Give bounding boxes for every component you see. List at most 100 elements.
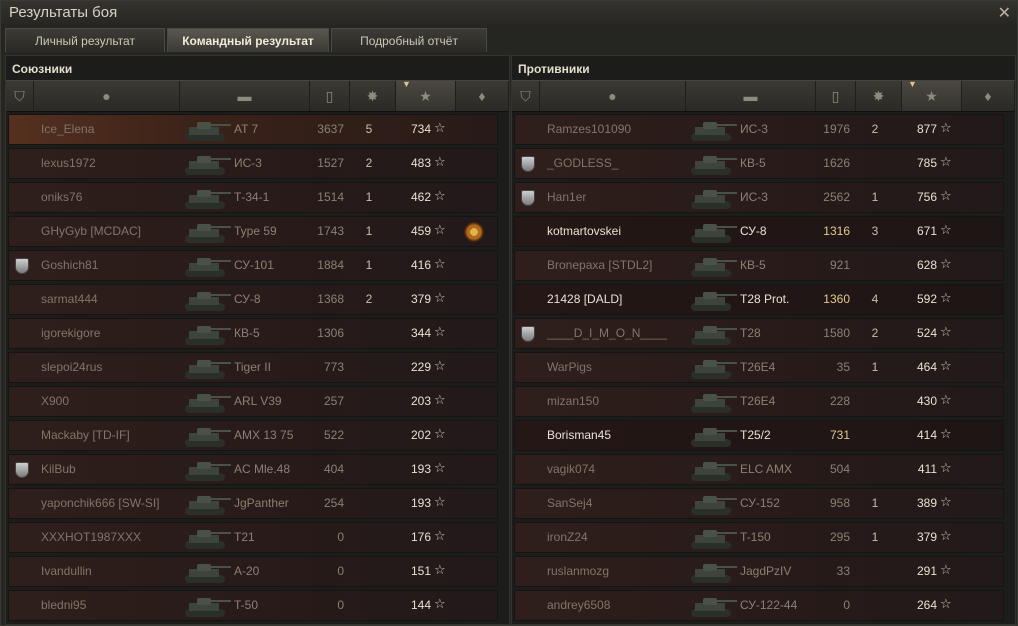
player-row[interactable]: oniks76 Т-34-1 1514 1 462 ☆ <box>8 182 498 213</box>
tank-name: ИС-3 <box>234 156 262 170</box>
damage-value: 522 <box>323 428 344 442</box>
player-name: _GODLESS_ <box>547 156 619 170</box>
player-row[interactable]: KilBub AC Mle.48 404 193 ☆ <box>8 454 498 485</box>
platoon-column-icon[interactable]: ⛉ <box>512 81 540 111</box>
tab-personal-result[interactable]: Личный результат <box>5 28 165 52</box>
player-row[interactable]: mizan150 T26E4 228 430 ☆ <box>514 386 1004 417</box>
player-name: ____D_I_M_O_N____ <box>547 326 668 340</box>
player-row[interactable]: lexus1972 ИС-3 1527 2 483 ☆ <box>8 148 498 179</box>
xp-value: 291 <box>916 564 937 578</box>
medal-column-icon[interactable]: ♦ <box>456 81 509 111</box>
tank-column-icon[interactable]: ▬ <box>180 81 310 111</box>
tank-name: AMX 13 75 <box>234 428 294 442</box>
frags-value: 5 <box>365 122 373 136</box>
player-row[interactable]: andrey6508 СУ-122-44 0 264 ☆ <box>514 590 1004 621</box>
star-icon: ☆ <box>434 562 446 577</box>
medal-icon[interactable] <box>464 222 484 242</box>
star-icon: ☆ <box>940 222 952 237</box>
xp-value: 592 <box>916 292 937 306</box>
xp-value: 379 <box>916 530 937 544</box>
player-name: kotmartovskei <box>547 224 622 238</box>
tab-detailed-report[interactable]: Подробный отчёт <box>331 28 487 52</box>
star-icon: ☆ <box>940 426 952 441</box>
tank-icon <box>185 564 231 583</box>
player-row[interactable]: kotmartovskei СУ-8 1316 3 671 ☆ <box>514 216 1004 247</box>
player-name: andrey6508 <box>547 598 611 612</box>
star-icon: ☆ <box>434 358 446 373</box>
player-row[interactable]: Goshich81 СУ-101 1884 1 416 ☆ <box>8 250 498 281</box>
player-row[interactable]: Bronepaxa [STDL2] КВ-5 921 628 ☆ <box>514 250 1004 281</box>
xp-value: 877 <box>916 122 937 136</box>
medal-column-icon[interactable]: ♦ <box>962 81 1015 111</box>
player-name: GHyGyb [MCDAC] <box>41 224 142 238</box>
tank-column-icon[interactable]: ▬ <box>686 81 816 111</box>
frags-value: 1 <box>365 224 373 238</box>
player-row[interactable]: igorekigore КВ-5 1306 344 ☆ <box>8 318 498 349</box>
platoon-badge-icon <box>521 326 535 342</box>
tank-icon <box>691 496 737 515</box>
player-row[interactable]: ironZ24 T-150 295 1 379 ☆ <box>514 522 1004 553</box>
player-row[interactable]: yaponchik666 [SW-SI] JgPanther 254 193 ☆ <box>8 488 498 519</box>
tank-name: Tiger II <box>234 360 271 374</box>
frags-column-icon[interactable]: ✸ <box>350 81 396 111</box>
star-icon: ☆ <box>940 392 952 407</box>
player-row[interactable]: sarmat444 СУ-8 1368 2 379 ☆ <box>8 284 498 315</box>
damage-value: 731 <box>829 428 850 442</box>
xp-value: 203 <box>410 394 431 408</box>
frags-value: 3 <box>871 224 879 238</box>
player-row[interactable]: _GODLESS_ КВ-5 1626 785 ☆ <box>514 148 1004 179</box>
damage-value: 2562 <box>823 190 850 204</box>
star-icon: ☆ <box>940 460 952 475</box>
damage-value: 773 <box>323 360 344 374</box>
player-row[interactable]: Ivandullin A-20 0 151 ☆ <box>8 556 498 587</box>
player-row[interactable]: 21428 [DALD] T28 Prot. 1360 4 592 ☆ <box>514 284 1004 315</box>
player-row[interactable]: Han1er ИС-3 2562 1 756 ☆ <box>514 182 1004 213</box>
enemies-header: ⛉ ● ▬ ▯ ✸ ▼ ★ ♦ <box>512 79 1015 112</box>
damage-column-icon[interactable]: ▯ <box>310 81 350 111</box>
player-row[interactable]: ruslanmozg JagdPzIV 33 291 ☆ <box>514 556 1004 587</box>
player-name: KilBub <box>41 462 76 476</box>
tank-icon <box>691 258 737 277</box>
star-icon: ☆ <box>434 392 446 407</box>
tank-name: Т-34-1 <box>234 190 270 204</box>
player-row[interactable]: SanSej4 СУ-152 958 1 389 ☆ <box>514 488 1004 519</box>
xp-value: 151 <box>410 564 431 578</box>
xp-value: 202 <box>410 428 431 442</box>
damage-value: 257 <box>323 394 344 408</box>
xp-column-icon[interactable]: ▼ ★ <box>902 79 962 111</box>
player-row[interactable]: Ramzes101090 ИС-3 1976 2 877 ☆ <box>514 114 1004 145</box>
player-name: Goshich81 <box>41 258 99 272</box>
tank-name: JgPanther <box>234 496 289 510</box>
player-row[interactable]: slepoi24rus Tiger II 773 229 ☆ <box>8 352 498 383</box>
xp-column-icon[interactable]: ▼ ★ <box>396 79 456 111</box>
star-icon: ☆ <box>434 596 446 611</box>
player-column-icon[interactable]: ● <box>540 81 686 111</box>
player-row[interactable]: XXXHOT1987XXX T21 0 176 ☆ <box>8 522 498 553</box>
frags-column-icon[interactable]: ✸ <box>856 81 902 111</box>
tank-name: СУ-122-44 <box>740 598 798 612</box>
player-name: sarmat444 <box>41 292 98 306</box>
damage-value: 228 <box>829 394 850 408</box>
tank-icon <box>691 156 737 175</box>
damage-column-icon[interactable]: ▯ <box>816 81 856 111</box>
star-icon: ☆ <box>434 494 446 509</box>
player-row[interactable]: ____D_I_M_O_N____ T28 1580 2 524 ☆ <box>514 318 1004 349</box>
tab-team-result[interactable]: Командный результат <box>167 28 329 52</box>
player-row[interactable]: X900 ARL V39 257 203 ☆ <box>8 386 498 417</box>
player-row[interactable]: Mackaby [TD-IF] AMX 13 75 522 202 ☆ <box>8 420 498 451</box>
platoon-column-icon[interactable]: ⛉ <box>6 81 34 111</box>
player-row[interactable]: vagik074 ELC AMX 504 411 ☆ <box>514 454 1004 485</box>
player-row[interactable]: bledni95 T-50 0 144 ☆ <box>8 590 498 621</box>
star-icon: ☆ <box>434 154 446 169</box>
close-icon[interactable]: ✕ <box>998 3 1011 23</box>
tank-name: T25/2 <box>740 428 771 442</box>
platoon-badge-icon <box>15 462 29 478</box>
tank-name: T-50 <box>234 598 259 612</box>
player-name: Ivandullin <box>41 564 92 578</box>
player-row[interactable]: GHyGyb [MCDAC] Type 59 1743 1 459 ☆ <box>8 216 498 247</box>
player-column-icon[interactable]: ● <box>34 81 180 111</box>
player-row[interactable]: WarPigs T26E4 35 1 464 ☆ <box>514 352 1004 383</box>
enemies-panel: Противники ⛉ ● ▬ ▯ ✸ ▼ ★ ♦ Ramzes101090 ИС… <box>511 55 1016 625</box>
player-row[interactable]: Ice_Elena AT 7 3637 5 734 ☆ <box>8 114 498 145</box>
player-row[interactable]: Borisman45 T25/2 731 414 ☆ <box>514 420 1004 451</box>
